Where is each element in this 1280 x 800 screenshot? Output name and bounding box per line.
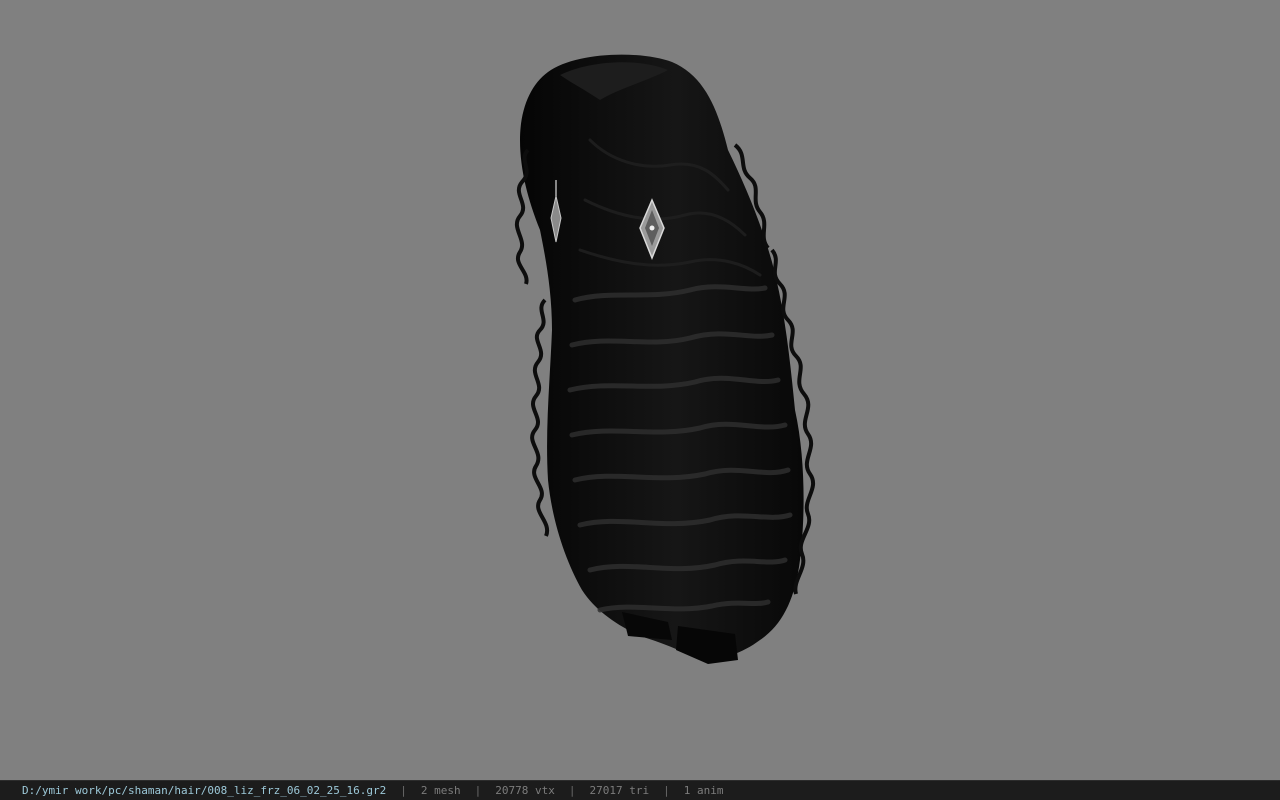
separator: | [663, 784, 670, 797]
status-bar: D:/ymir work/pc/shaman/hair/008_liz_frz_… [0, 780, 1280, 800]
separator: | [400, 784, 407, 797]
mesh-count: 2 mesh [420, 784, 461, 797]
animation-count: 1 anim [683, 784, 724, 797]
separator: | [474, 784, 482, 797]
separator: | [568, 784, 576, 797]
triangle-count: 27017 tri [589, 784, 650, 797]
vertex-count: 20778 vtx [495, 784, 555, 797]
hair-model-icon [514, 54, 816, 664]
file-path: D:/ymir work/pc/shaman/hair/008_liz_frz_… [22, 784, 387, 797]
3d-viewport[interactable] [0, 0, 1280, 780]
